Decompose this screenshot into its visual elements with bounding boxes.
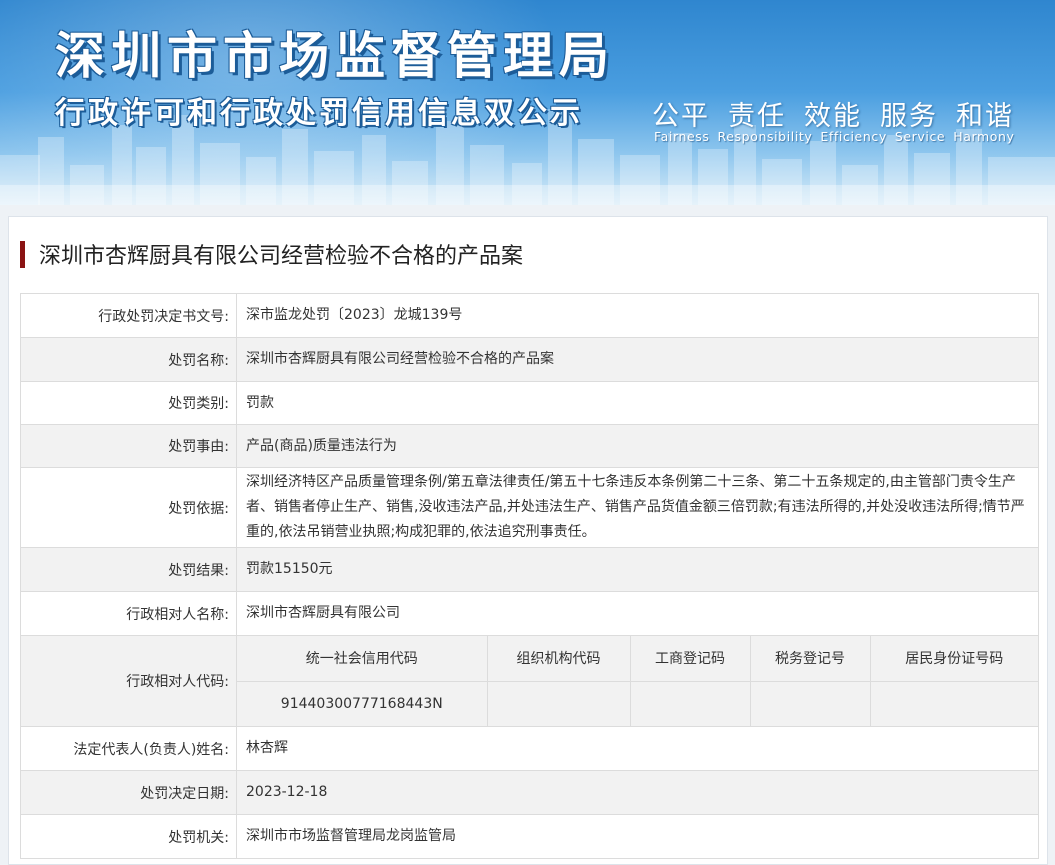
row-value: 2023-12-18 [236,770,1039,815]
case-detail-panel: 深圳市杏辉厨具有限公司经营检验不合格的产品案 行政处罚决定书文号: 深市监龙处罚… [8,216,1048,865]
motto-word: 责任 [728,101,786,132]
code-value [749,680,871,726]
motto-word-en: Fairness [654,129,710,144]
agency-title: 深圳市市场监督管理局 [55,27,615,85]
row-label: 处罚决定日期: [20,770,237,815]
detail-row: 处罚名称: 深圳市杏辉厨具有限公司经营检验不合格的产品案 [20,337,1039,382]
row-label: 行政相对人代码: [20,635,237,727]
motto-english: Fairness Responsibility Efficiency Service H… [654,129,1023,144]
row-value: 深圳市市场监督管理局龙岗监管局 [236,814,1039,859]
header-banner: 深圳市市场监督管理局 行政许可和行政处罚信用信息双公示 公平 责任 效能 服务 和谐 F… [0,0,1055,205]
code-header: 居民身份证号码 [869,636,1038,682]
motto-word-en: Service [894,129,946,144]
motto-word: 效能 [804,101,862,132]
row-label: 行政处罚决定书文号: [20,293,237,338]
detail-row-codes: 行政相对人代码: 统一社会信用代码 组织机构代码 工商登记码 税务登记号 居民身… [20,635,1039,727]
detail-row: 处罚依据: 深圳经济特区产品质量管理条例/第五章法律责任/第五十七条违反本条例第… [20,467,1039,548]
motto-word-en: Responsibility [717,129,813,144]
case-detail-table: 行政处罚决定书文号: 深市监龙处罚〔2023〕龙城139号 处罚名称: 深圳市杏… [20,293,1039,859]
code-value: 91440300777168443N [237,680,488,726]
detail-row: 处罚决定日期: 2023-12-18 [20,770,1039,815]
site-subtitle: 行政许可和行政处罚信用信息双公示 [55,96,583,131]
row-value: 深圳经济特区产品质量管理条例/第五章法律责任/第五十七条违反本条例第二十三条、第… [236,467,1039,548]
case-title-text: 深圳市杏辉厨具有限公司经营检验不合格的产品案 [39,244,524,269]
row-label: 行政相对人名称: [20,591,237,636]
row-label: 处罚机关: [20,814,237,859]
code-header: 税务登记号 [749,636,871,682]
detail-row: 行政相对人名称: 深圳市杏辉厨具有限公司 [20,591,1039,636]
code-header: 统一社会信用代码 [237,636,488,682]
row-value: 林杏辉 [236,726,1039,771]
motto-word-en: Harmony [953,129,1015,144]
row-value: 深市监龙处罚〔2023〕龙城139号 [236,293,1039,338]
code-header: 组织机构代码 [486,636,631,682]
motto-word: 公平 [652,101,710,132]
row-value: 产品(商品)质量违法行为 [236,424,1039,468]
row-label: 处罚结果: [20,547,237,592]
row-label: 处罚依据: [20,467,237,548]
detail-row: 处罚事由: 产品(商品)质量违法行为 [20,424,1039,468]
row-label: 处罚类别: [20,381,237,425]
case-title: 深圳市杏辉厨具有限公司经营检验不合格的产品案 [20,239,523,269]
identifier-codes-table: 统一社会信用代码 组织机构代码 工商登记码 税务登记号 居民身份证号码 9144… [237,636,1038,726]
code-value [869,680,1038,726]
code-header: 工商登记码 [629,636,751,682]
motto-word: 服务 [880,101,938,132]
motto-chinese: 公平 责任 效能 服务 和谐 [652,94,1032,133]
code-value [486,680,631,726]
row-value: 深圳市杏辉厨具有限公司 [236,591,1039,636]
detail-row: 处罚类别: 罚款 [20,381,1039,425]
row-value: 罚款15150元 [236,547,1039,592]
detail-row: 处罚机关: 深圳市市场监督管理局龙岗监管局 [20,814,1039,859]
row-label: 处罚事由: [20,424,237,468]
row-value: 罚款 [236,381,1039,425]
codes-cell: 统一社会信用代码 组织机构代码 工商登记码 税务登记号 居民身份证号码 9144… [236,635,1039,727]
row-value: 深圳市杏辉厨具有限公司经营检验不合格的产品案 [236,337,1039,382]
motto-word: 和谐 [956,101,1014,132]
detail-row: 处罚结果: 罚款15150元 [20,547,1039,592]
motto-word-en: Efficiency [820,129,887,144]
title-accent-bar [20,240,25,268]
row-label: 法定代表人(负责人)姓名: [20,726,237,771]
row-label: 处罚名称: [20,337,237,382]
detail-row: 行政处罚决定书文号: 深市监龙处罚〔2023〕龙城139号 [20,293,1039,338]
code-value [629,680,751,726]
detail-row: 法定代表人(负责人)姓名: 林杏辉 [20,726,1039,771]
